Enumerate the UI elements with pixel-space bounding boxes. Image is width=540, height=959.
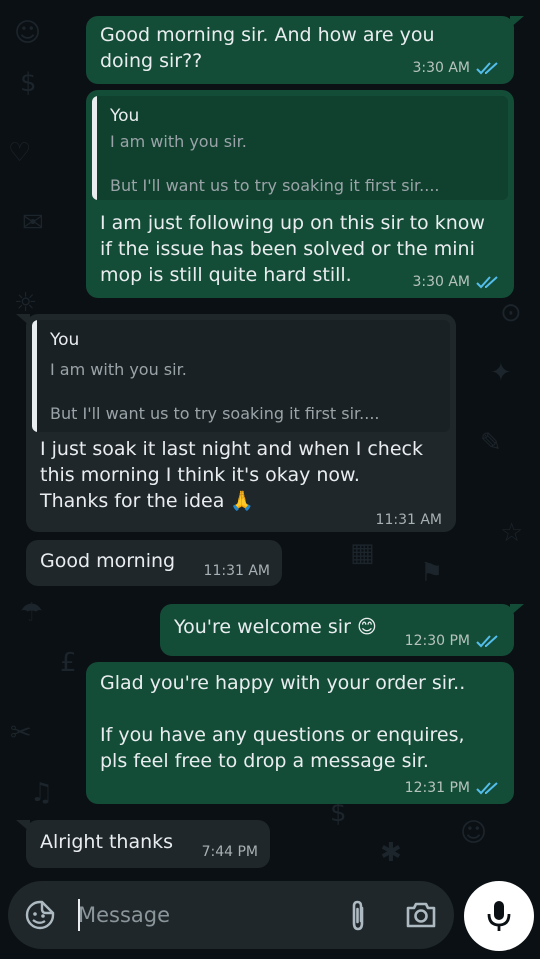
message-bubble-incoming[interactable]: Alright thanks 7:44 PM bbox=[16, 820, 270, 868]
message-time: 3:30 AM bbox=[412, 274, 470, 290]
quoted-message[interactable]: You I am with you sir. But I'll want us … bbox=[92, 96, 508, 200]
message-composer bbox=[8, 881, 454, 949]
message-meta: 12:30 PM bbox=[405, 633, 500, 649]
message-meta: 11:31 AM bbox=[204, 563, 270, 579]
quote-author: You bbox=[50, 330, 80, 350]
microphone-icon bbox=[487, 901, 511, 931]
message-text: Alright thanks bbox=[40, 831, 174, 853]
message-time: 12:31 PM bbox=[404, 780, 470, 796]
quote-bar bbox=[92, 96, 97, 200]
message-meta: 3:30 AM bbox=[412, 274, 500, 290]
quote-line: I am with you sir. bbox=[110, 132, 247, 151]
message-bubble-incoming[interactable]: Good morning 11:31 AM bbox=[26, 540, 282, 586]
bubble-tail bbox=[16, 820, 30, 832]
message-text: Glad you're happy with your order sir.. … bbox=[100, 672, 466, 772]
paperclip-icon[interactable] bbox=[342, 899, 374, 933]
message-text: Good morning bbox=[40, 550, 176, 572]
quoted-message[interactable]: You I am with you sir. But I'll want us … bbox=[32, 320, 450, 432]
message-text: I just soak it last night and when I che… bbox=[40, 438, 423, 512]
message-text: Good morning sir. And how are you doing … bbox=[100, 24, 435, 72]
bubble-tail bbox=[16, 314, 30, 326]
camera-icon[interactable] bbox=[404, 899, 438, 931]
message-text: You're welcome sir 😊 bbox=[174, 616, 377, 638]
message-time: 7:44 PM bbox=[201, 844, 258, 860]
bubble-tail bbox=[510, 16, 524, 28]
emoji-sticker-icon[interactable] bbox=[24, 899, 56, 931]
double-check-icon bbox=[476, 782, 498, 795]
quote-bar bbox=[32, 320, 37, 432]
message-meta: 7:44 PM bbox=[202, 844, 258, 860]
message-bubble-outgoing[interactable]: Good morning sir. And how are you doing … bbox=[86, 16, 524, 84]
double-check-icon bbox=[476, 62, 498, 75]
quote-author: You bbox=[110, 106, 140, 126]
message-time: 11:31 AM bbox=[203, 563, 270, 579]
voice-record-button[interactable] bbox=[464, 881, 534, 951]
double-check-icon bbox=[476, 635, 498, 648]
message-bubble-outgoing[interactable]: You I am with you sir. But I'll want us … bbox=[86, 90, 514, 298]
message-time: 11:31 AM bbox=[375, 512, 442, 528]
quote-line: But I'll want us to try soaking it first… bbox=[110, 176, 440, 195]
quote-line: But I'll want us to try soaking it first… bbox=[50, 404, 380, 423]
message-time: 12:30 PM bbox=[404, 633, 470, 649]
message-input[interactable] bbox=[70, 895, 328, 935]
message-list: Good morning sir. And how are you doing … bbox=[0, 0, 540, 880]
message-time: 3:30 AM bbox=[412, 60, 470, 76]
message-bubble-outgoing[interactable]: You're welcome sir 😊 12:30 PM bbox=[160, 604, 524, 656]
message-meta: 12:31 PM bbox=[405, 780, 500, 796]
quote-line: I am with you sir. bbox=[50, 360, 187, 379]
message-meta: 11:31 AM bbox=[376, 512, 442, 528]
message-meta: 3:30 AM bbox=[412, 60, 500, 76]
bubble-tail bbox=[510, 604, 524, 616]
double-check-icon bbox=[476, 276, 498, 289]
message-bubble-incoming[interactable]: You I am with you sir. But I'll want us … bbox=[16, 314, 456, 532]
message-bubble-outgoing[interactable]: Glad you're happy with your order sir.. … bbox=[86, 662, 514, 804]
